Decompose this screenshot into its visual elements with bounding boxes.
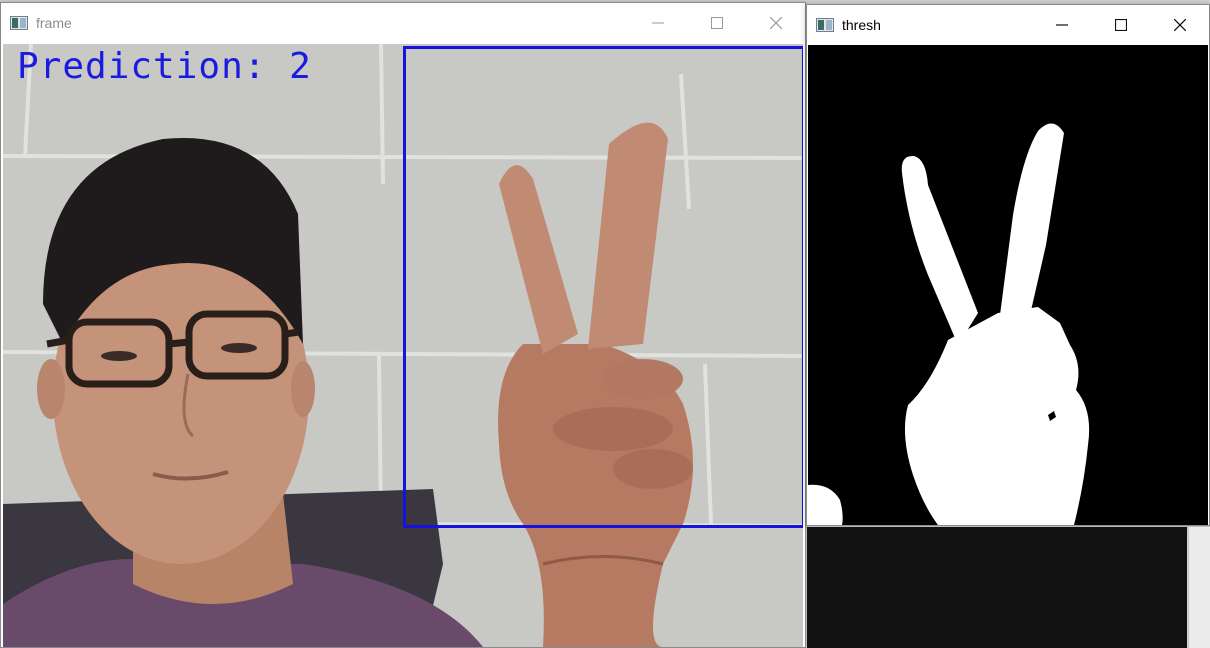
window-app-icon[interactable] bbox=[816, 18, 834, 32]
close-icon bbox=[1173, 19, 1186, 31]
maximize-icon bbox=[710, 17, 723, 29]
roi-rectangle bbox=[403, 46, 803, 528]
prediction-label: Prediction: 2 bbox=[17, 46, 312, 87]
maximize-icon bbox=[1114, 19, 1127, 31]
close-button[interactable] bbox=[1150, 5, 1209, 45]
minimize-button[interactable] bbox=[1032, 5, 1091, 45]
close-button[interactable] bbox=[746, 3, 805, 43]
hand-mask bbox=[808, 45, 1208, 525]
desktop: frame Prediction: 2 thresh bbox=[0, 0, 1210, 648]
background-window-dark bbox=[807, 527, 1187, 648]
webcam-frame: Prediction: 2 bbox=[3, 44, 803, 647]
maximize-button[interactable] bbox=[687, 3, 746, 43]
window-app-icon[interactable] bbox=[10, 16, 28, 30]
maximize-button[interactable] bbox=[1091, 5, 1150, 45]
close-icon bbox=[769, 17, 782, 29]
frame-titlebar[interactable]: frame bbox=[1, 3, 805, 43]
thresh-window[interactable]: thresh bbox=[806, 4, 1210, 526]
frame-window-title: frame bbox=[36, 15, 72, 31]
threshold-image bbox=[808, 45, 1208, 525]
minimize-icon bbox=[1055, 24, 1068, 26]
frame-window[interactable]: frame Prediction: 2 bbox=[0, 2, 806, 648]
minimize-button[interactable] bbox=[628, 3, 687, 43]
thresh-window-title: thresh bbox=[842, 17, 881, 33]
background-scroll-strip bbox=[1188, 527, 1210, 648]
thresh-titlebar[interactable]: thresh bbox=[807, 5, 1209, 45]
minimize-icon bbox=[651, 22, 664, 24]
